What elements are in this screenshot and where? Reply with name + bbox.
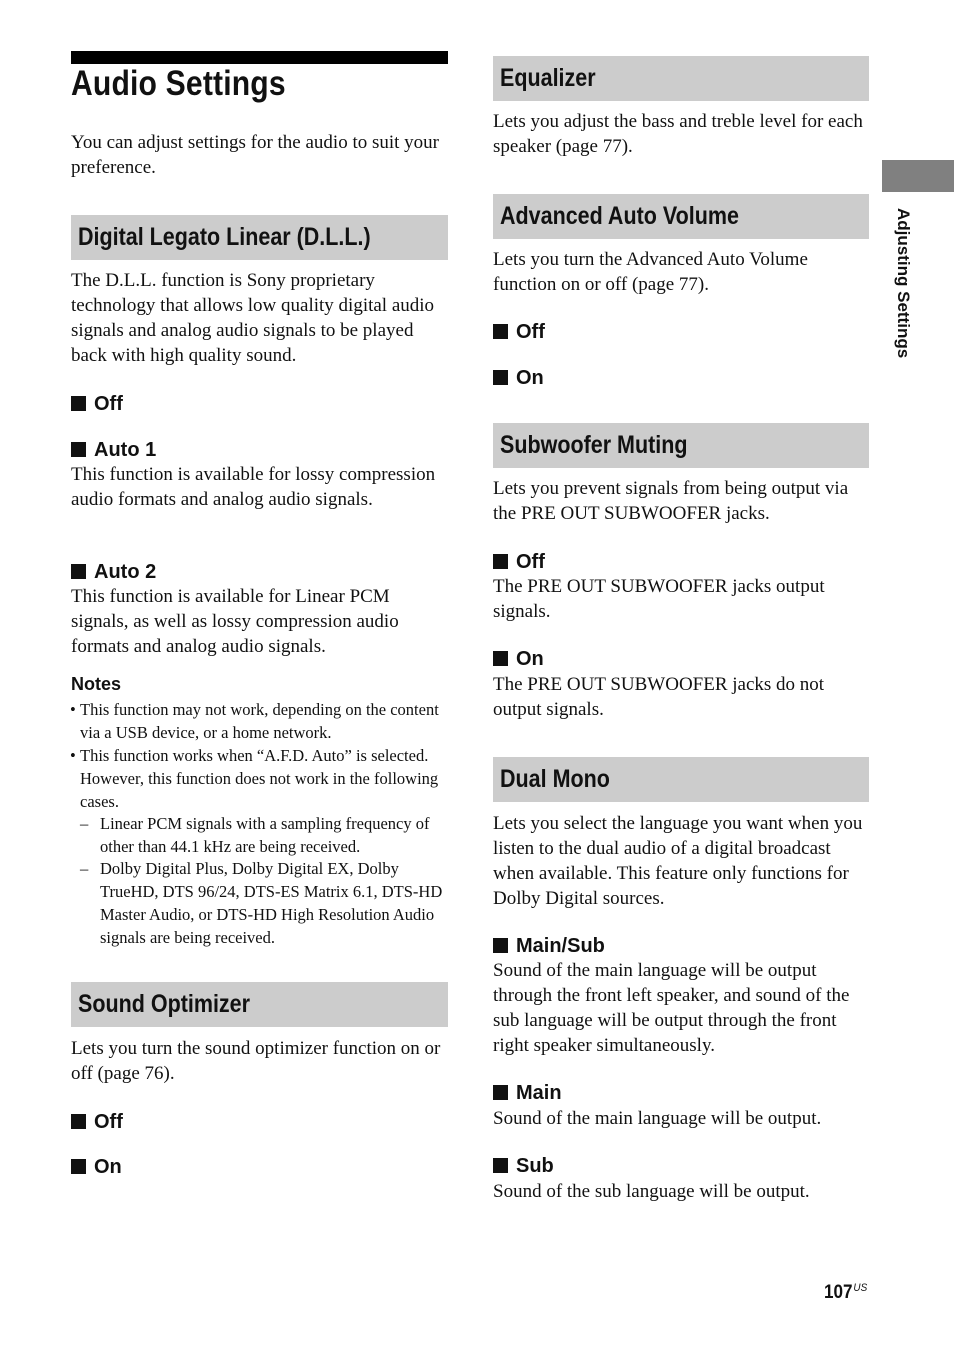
section-heading-advanced-auto-volume: Advanced Auto Volume: [493, 194, 869, 239]
bullet-icon: •: [70, 700, 76, 719]
square-bullet-icon: [493, 324, 508, 339]
title-rule: [71, 51, 448, 64]
square-bullet-icon: [71, 564, 86, 579]
option-dll-auto1-desc: This function is available for lossy com…: [71, 464, 436, 510]
square-bullet-icon: [71, 1159, 86, 1174]
option-sound-optimizer-on: On: [71, 1155, 122, 1179]
sub-note-item: – Linear PCM signals with a sampling freq…: [80, 814, 430, 856]
square-bullet-icon: [493, 1085, 508, 1100]
option-dual-mono-sub: Sub: [493, 1154, 554, 1178]
note-item: • This function may not work, depending o…: [70, 700, 439, 742]
bullet-icon: •: [70, 746, 76, 765]
dash-icon: –: [80, 814, 89, 833]
option-subwoofer-on: On: [493, 647, 544, 671]
option-dll-auto2-desc: This function is available for Linear PC…: [71, 586, 399, 657]
option-subwoofer-on-desc: The PRE OUT SUBWOOFER jacks do not outpu…: [493, 674, 825, 720]
dual-mono-description: Lets you select the language you want wh…: [493, 813, 863, 909]
option-dll-auto2: Auto 2: [71, 560, 156, 584]
option-subwoofer-off-desc: The PRE OUT SUBWOOFER jacks output signa…: [493, 576, 825, 622]
option-dual-mono-main-desc: Sound of the main language will be outpu…: [493, 1108, 822, 1129]
dll-description: The D.L.L. function is Sony proprietary …: [71, 270, 435, 366]
subwoofer-muting-description: Lets you prevent signals from being outp…: [493, 478, 849, 524]
option-dll-off: Off: [71, 392, 123, 416]
advanced-auto-volume-description: Lets you turn the Advanced Auto Volume f…: [493, 249, 808, 295]
option-dual-mono-main-sub: Main/Sub: [493, 934, 605, 958]
square-bullet-icon: [71, 1114, 86, 1129]
equalizer-description: Lets you adjust the bass and treble leve…: [493, 111, 863, 157]
option-dll-auto1: Auto 1: [71, 438, 156, 462]
note-item: • This function works when “A.F.D. Auto” …: [70, 746, 439, 811]
square-bullet-icon: [71, 396, 86, 411]
chapter-tab-marker: [882, 160, 954, 192]
page-title: Audio Settings: [71, 64, 286, 103]
page-number: 107US: [824, 1282, 868, 1303]
square-bullet-icon: [493, 938, 508, 953]
section-heading-subwoofer-muting: Subwoofer Muting: [493, 423, 869, 468]
option-dual-mono-sub-desc: Sound of the sub language will be output…: [493, 1181, 810, 1202]
sound-optimizer-description: Lets you turn the sound optimizer functi…: [71, 1038, 441, 1084]
option-subwoofer-off: Off: [493, 550, 545, 574]
chapter-tab-label: Adjusting Settings: [894, 208, 913, 359]
option-sound-optimizer-off: Off: [71, 1110, 123, 1134]
section-heading-equalizer: Equalizer: [493, 56, 869, 101]
square-bullet-icon: [71, 442, 86, 457]
section-heading-dll: Digital Legato Linear (D.L.L.): [71, 215, 448, 260]
option-dual-mono-main: Main: [493, 1081, 562, 1105]
section-heading-sound-optimizer: Sound Optimizer: [71, 982, 448, 1027]
dash-icon: –: [80, 859, 89, 878]
option-aav-off: Off: [493, 320, 545, 344]
option-dual-mono-main-sub-desc: Sound of the main language will be outpu…: [493, 960, 850, 1056]
sub-note-item: – Dolby Digital Plus, Dolby Digital EX, D…: [80, 859, 443, 947]
intro-text: You can adjust settings for the audio to…: [71, 132, 440, 178]
option-aav-on: On: [493, 366, 544, 390]
notes-heading: Notes: [71, 674, 122, 694]
square-bullet-icon: [493, 1158, 508, 1173]
square-bullet-icon: [493, 554, 508, 569]
square-bullet-icon: [493, 651, 508, 666]
section-heading-dual-mono: Dual Mono: [493, 757, 869, 802]
square-bullet-icon: [493, 370, 508, 385]
